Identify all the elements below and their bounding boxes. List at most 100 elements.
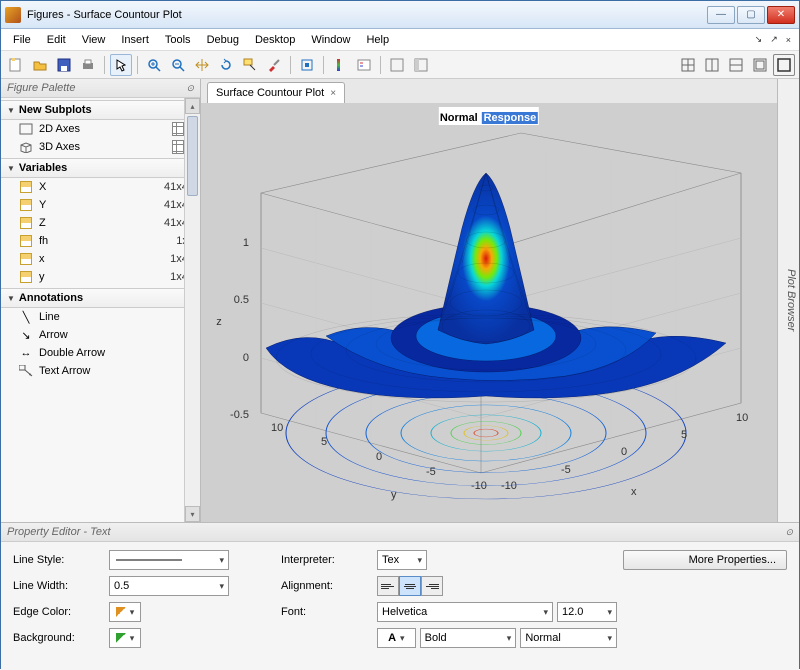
menu-file[interactable]: File (5, 31, 39, 49)
zlabel: z (216, 316, 222, 328)
menu-tools[interactable]: Tools (157, 31, 199, 49)
svg-text:0.5: 0.5 (234, 294, 249, 306)
plot-browser-panel[interactable]: Plot Browser (777, 79, 799, 522)
figure-tab[interactable]: Surface Countour Plot× (207, 82, 345, 103)
variable-icon (20, 181, 32, 193)
tile-5-icon[interactable] (773, 54, 795, 76)
anno-arrow[interactable]: ↘Arrow (1, 326, 200, 344)
label-edgecolor: Edge Color: (13, 606, 103, 618)
toolbar (1, 51, 799, 79)
interpreter-select[interactable]: Tex (377, 550, 427, 570)
zoom-out-icon[interactable] (167, 54, 189, 76)
section-variables[interactable]: Variables (1, 158, 200, 178)
edgecolor-picker[interactable] (109, 602, 141, 622)
subplot-2d[interactable]: 2D Axes▶ (1, 120, 200, 138)
background-picker[interactable] (109, 628, 141, 648)
window-titlebar: Figures - Surface Countour Plot — ▢ ✕ (1, 1, 799, 29)
propeditor-collapse-icon[interactable]: ⊙ (785, 527, 793, 538)
menu-view[interactable]: View (74, 31, 114, 49)
figure-tabs: Surface Countour Plot× (201, 79, 777, 103)
axes-canvas[interactable]: Normal Response (201, 103, 777, 522)
var-row[interactable]: y1x41 (1, 268, 200, 286)
menu-window[interactable]: Window (303, 31, 358, 49)
menu-edit[interactable]: Edit (39, 31, 74, 49)
datacursor-icon[interactable] (239, 54, 261, 76)
var-row[interactable]: Z41x41 (1, 214, 200, 232)
ylabel: y (391, 489, 397, 501)
menu-insert[interactable]: Insert (113, 31, 157, 49)
more-properties-button[interactable]: More Properties... (623, 550, 787, 570)
anno-line[interactable]: ╲Line (1, 308, 200, 326)
dock-undock-icon[interactable]: ↗ (766, 32, 782, 47)
rotate-icon[interactable] (215, 54, 237, 76)
save-icon[interactable] (53, 54, 75, 76)
dock-close-icon[interactable]: × (782, 33, 795, 47)
linestyle-select[interactable] (109, 550, 229, 570)
svg-text:5: 5 (681, 429, 687, 441)
section-annotations[interactable]: Annotations (1, 288, 200, 308)
palette-title: Figure Palette⊙ (1, 79, 200, 98)
font-weight-select[interactable]: Bold (420, 628, 517, 648)
menu-debug[interactable]: Debug (199, 31, 247, 49)
label-alignment: Alignment: (281, 580, 371, 592)
zoom-in-icon[interactable] (143, 54, 165, 76)
tile-1-icon[interactable] (677, 54, 699, 76)
linewidth-select[interactable]: 0.5 (109, 576, 229, 596)
variable-icon (20, 217, 32, 229)
menu-help[interactable]: Help (358, 31, 397, 49)
var-row[interactable]: fh1x1 (1, 232, 200, 250)
axes-2d-icon (19, 122, 33, 136)
tile-2-icon[interactable] (701, 54, 723, 76)
anno-textarrow[interactable]: Text Arrow (1, 362, 200, 380)
var-row[interactable]: Y41x41 (1, 196, 200, 214)
text-arrow-icon (19, 364, 33, 378)
dock-min-icon[interactable]: ↘ (751, 32, 767, 47)
menu-bar: File Edit View Insert Tools Debug Deskto… (1, 29, 799, 51)
new-figure-icon[interactable] (5, 54, 27, 76)
figure-title[interactable]: Normal Response (439, 107, 539, 125)
variable-icon (20, 271, 32, 283)
tile-3-icon[interactable] (725, 54, 747, 76)
svg-text:-5: -5 (426, 466, 436, 478)
svg-text:0: 0 (243, 352, 249, 364)
show-tools-icon[interactable] (410, 54, 432, 76)
print-icon[interactable] (77, 54, 99, 76)
svg-text:10: 10 (736, 412, 748, 424)
pencil-icon (116, 607, 126, 617)
pointer-icon[interactable] (110, 54, 132, 76)
svg-text:10: 10 (271, 422, 283, 434)
brush-icon[interactable] (263, 54, 285, 76)
pan-icon[interactable] (191, 54, 213, 76)
font-family-select[interactable]: Helvetica (377, 602, 553, 622)
legend-icon[interactable] (353, 54, 375, 76)
palette-scrollbar[interactable]: ▴▾ (184, 98, 200, 522)
tab-close-icon[interactable]: × (330, 88, 336, 99)
font-color-picker[interactable]: A (377, 628, 416, 648)
link-icon[interactable] (296, 54, 318, 76)
hide-tools-icon[interactable] (386, 54, 408, 76)
font-style-select[interactable]: Normal (520, 628, 617, 648)
open-icon[interactable] (29, 54, 51, 76)
subplot-3d[interactable]: 3D Axes▶ (1, 138, 200, 156)
tile-4-icon[interactable] (749, 54, 771, 76)
colorbar-icon[interactable] (329, 54, 351, 76)
label-linewidth: Line Width: (13, 580, 103, 592)
bucket-icon (116, 633, 126, 643)
align-center-button[interactable] (399, 576, 421, 596)
font-size-select[interactable]: 12.0 (557, 602, 617, 622)
maximize-button[interactable]: ▢ (737, 6, 765, 24)
palette-collapse-icon[interactable]: ⊙ (186, 83, 194, 94)
align-left-button[interactable] (377, 576, 399, 596)
menu-desktop[interactable]: Desktop (247, 31, 303, 49)
minimize-button[interactable]: — (707, 6, 735, 24)
anno-doublearrow[interactable]: ↔Double Arrow (1, 344, 200, 362)
section-new-subplots[interactable]: New Subplots (1, 100, 200, 120)
align-right-button[interactable] (421, 576, 443, 596)
line-icon: ╲ (19, 310, 33, 324)
close-button[interactable]: ✕ (767, 6, 795, 24)
variable-icon (20, 199, 32, 211)
property-editor: Property Editor - Text⊙ Line Style: Inte… (1, 522, 799, 670)
surface-plot: -0.5 0 0.5 1 z 10 5 0 -5 -10 y -10 -5 0 (201, 103, 761, 503)
var-row[interactable]: X41x41 (1, 178, 200, 196)
var-row[interactable]: x1x41 (1, 250, 200, 268)
